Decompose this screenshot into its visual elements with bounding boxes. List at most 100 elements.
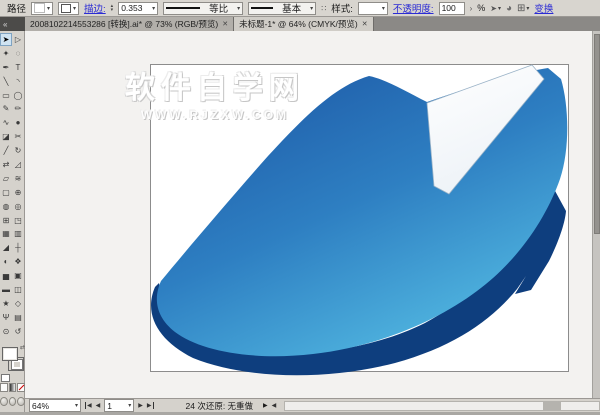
hand-tool[interactable]: Ψ — [0, 311, 12, 324]
stroke-weight-value: 0.353 — [121, 3, 142, 13]
star-tool[interactable]: ★ — [0, 297, 12, 310]
fill-stroke-control: ⇄ — [0, 344, 25, 382]
first-artboard-icon[interactable]: ◀ — [85, 402, 92, 409]
stroke-color-dropdown[interactable]: ▾ — [58, 2, 79, 15]
recolor-artwork-icon[interactable]: ◕ — [506, 3, 512, 14]
zoom-level-dropdown[interactable]: 64% ▾ — [29, 399, 81, 412]
polygon-tool[interactable]: ◇ — [12, 297, 24, 310]
normal-screen-mode-button[interactable] — [0, 397, 8, 406]
last-artboard-icon[interactable]: ▶ — [147, 402, 154, 409]
shear-tool[interactable]: ▱ — [0, 172, 12, 185]
scale-tool[interactable]: ◿ — [12, 158, 24, 171]
eyedropper-tool[interactable]: ◢ — [0, 241, 12, 254]
gradient-button[interactable] — [9, 383, 17, 392]
mesh-tool[interactable]: ▦ — [0, 227, 12, 240]
ellipse-tool[interactable]: ◯ — [12, 89, 24, 102]
style-dropdown[interactable]: ▾ — [358, 2, 388, 15]
vertical-scrollbar[interactable] — [592, 31, 600, 398]
full-screen-mode-button[interactable] — [17, 397, 25, 406]
close-icon[interactable]: ✕ — [362, 20, 368, 28]
select-similar-dropdown[interactable]: ➤ ▾ — [490, 4, 501, 13]
shoe-illustration[interactable] — [25, 31, 592, 398]
fill-swatch[interactable] — [2, 347, 18, 361]
stroke-weight-dropdown[interactable]: 0.353 ▾ — [118, 2, 158, 15]
chevron-down-icon: ▾ — [128, 402, 131, 409]
print-tiling-tool[interactable]: ▤ — [12, 311, 24, 324]
artboard-number: 1 — [107, 401, 112, 411]
close-icon[interactable]: ✕ — [222, 20, 228, 28]
swap-colors-icon[interactable]: ⇄ — [20, 344, 25, 351]
eraser-tool[interactable]: ◪ — [0, 130, 12, 143]
shape-builder-tool[interactable]: ⊕ — [12, 186, 24, 199]
tools-grid: ➤▷✦◌✒T╲◝▭◯✎✏∿●◪✂╱↻⇄◿▱≋▢⊕◍◎⊞◳▦▥◢┼◐❖▅▣▬◫★◇… — [0, 31, 24, 339]
column-graph-tool[interactable]: ▅ — [0, 269, 12, 282]
full-screen-menu-mode-button[interactable] — [9, 397, 17, 406]
next-artboard-icon[interactable]: ▶ — [138, 402, 143, 409]
stroke-panel-link[interactable]: 描边: — [84, 1, 106, 15]
transform-panel-link[interactable]: 变换 — [534, 1, 553, 15]
panel-collapse-icon[interactable]: « — [3, 20, 7, 29]
paintbrush-tool[interactable]: ✎ — [0, 102, 12, 115]
scroll-left-icon[interactable]: ◀ — [272, 402, 277, 409]
symbol-sprayer-tool[interactable]: ❖ — [12, 255, 24, 268]
direct-selection-tool[interactable]: ▷ — [12, 33, 24, 46]
arc-tool[interactable]: ◝ — [12, 75, 24, 88]
stroke-weight-stepper[interactable]: ▴ ▾ — [111, 4, 114, 12]
tools-panel-header[interactable]: « — [0, 17, 25, 31]
rectangle-tool[interactable]: ▭ — [0, 89, 12, 102]
slice-tool[interactable]: ▬ — [0, 283, 12, 296]
opacity-value-box[interactable]: 100 — [439, 2, 465, 15]
line-segment-tool[interactable]: ╲ — [0, 75, 12, 88]
horizontal-scrollbar-thumb[interactable] — [543, 402, 561, 410]
magic-wand-tool[interactable]: ✦ — [0, 47, 12, 60]
default-colors-icon[interactable] — [1, 374, 10, 382]
stepper-down-icon[interactable]: ▾ — [111, 8, 114, 12]
gradient-tool[interactable]: ▥ — [12, 227, 24, 240]
perspective-selection-tool[interactable]: ◳ — [12, 214, 24, 227]
previous-artboard-icon[interactable]: ◀ — [96, 402, 101, 409]
none-button[interactable] — [17, 383, 25, 392]
scissors-tool[interactable]: ✂ — [12, 130, 24, 143]
brush-options-icon[interactable]: ∷ — [321, 4, 326, 13]
knife-tool[interactable]: ╱ — [0, 144, 12, 157]
align-dropdown[interactable]: ⊞ ▾ — [517, 3, 529, 14]
tab-document-2[interactable]: 未标题-1* @ 64% (CMYK/预览) ✕ — [234, 17, 374, 31]
document-tab-bar: « 2008102214553286 [转换].ai* @ 73% (RGB/预… — [0, 17, 600, 31]
opacity-panel-link[interactable]: 不透明度: — [393, 1, 434, 15]
perspective-grid-tool[interactable]: ⊞ — [0, 214, 12, 227]
blob-brush-tool[interactable]: ● — [12, 116, 24, 129]
pen-tool[interactable]: ✒ — [0, 61, 12, 74]
lasso-tool[interactable]: ◌ — [12, 47, 24, 60]
tab-document-1[interactable]: 2008102214553286 [转换].ai* @ 73% (RGB/预览)… — [25, 17, 234, 31]
vertical-scrollbar-thumb[interactable] — [594, 34, 600, 234]
artboard-number-dropdown[interactable]: 1 ▾ — [104, 399, 134, 412]
smooth-tool[interactable]: ∿ — [0, 116, 12, 129]
canvas-area[interactable]: 软件自学网 WWW.RJZXW.COM — [25, 31, 592, 398]
opacity-stepper-icon[interactable]: › — [470, 4, 473, 13]
slice-selection-tool[interactable]: ◫ — [12, 283, 24, 296]
color-button[interactable] — [0, 383, 8, 392]
measure-tool[interactable]: ┼ — [12, 241, 24, 254]
rotate-tool[interactable]: ↻ — [12, 144, 24, 157]
reflect-tool[interactable]: ⇄ — [0, 158, 12, 171]
width-profile-dropdown[interactable]: 等比 ▾ — [163, 2, 243, 15]
zoom-tool[interactable]: ⊙ — [0, 325, 12, 338]
free-transform-tool[interactable]: ▢ — [0, 186, 12, 199]
live-paint-bucket-tool[interactable]: ◍ — [0, 200, 12, 213]
rotate-view-tool[interactable]: ↺ — [12, 325, 24, 338]
artboard-tool[interactable]: ▣ — [12, 269, 24, 282]
select-similar-icon: ➤ — [490, 4, 497, 13]
fill-color-dropdown[interactable]: ▾ — [31, 2, 53, 15]
opacity-value: 100 — [442, 3, 456, 13]
brush-definition-dropdown[interactable]: 基本 ▾ — [248, 2, 316, 15]
type-tool[interactable]: T — [12, 61, 24, 74]
selection-tool[interactable]: ➤ — [0, 33, 12, 46]
horizontal-scrollbar[interactable] — [284, 401, 600, 411]
status-menu-icon[interactable]: ▶ — [263, 402, 268, 409]
chevron-down-icon: ▾ — [237, 5, 240, 12]
blend-tool[interactable]: ◐ — [0, 255, 12, 268]
chevron-down-icon: ▾ — [310, 5, 313, 12]
pencil-tool[interactable]: ✏ — [12, 102, 24, 115]
live-paint-selection-tool[interactable]: ◎ — [12, 200, 24, 213]
width-tool[interactable]: ≋ — [12, 172, 24, 185]
